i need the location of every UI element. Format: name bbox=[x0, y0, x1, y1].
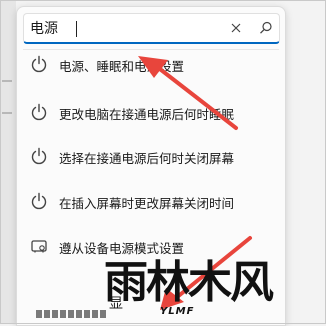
screenshot-frame bbox=[0, 0, 326, 324]
